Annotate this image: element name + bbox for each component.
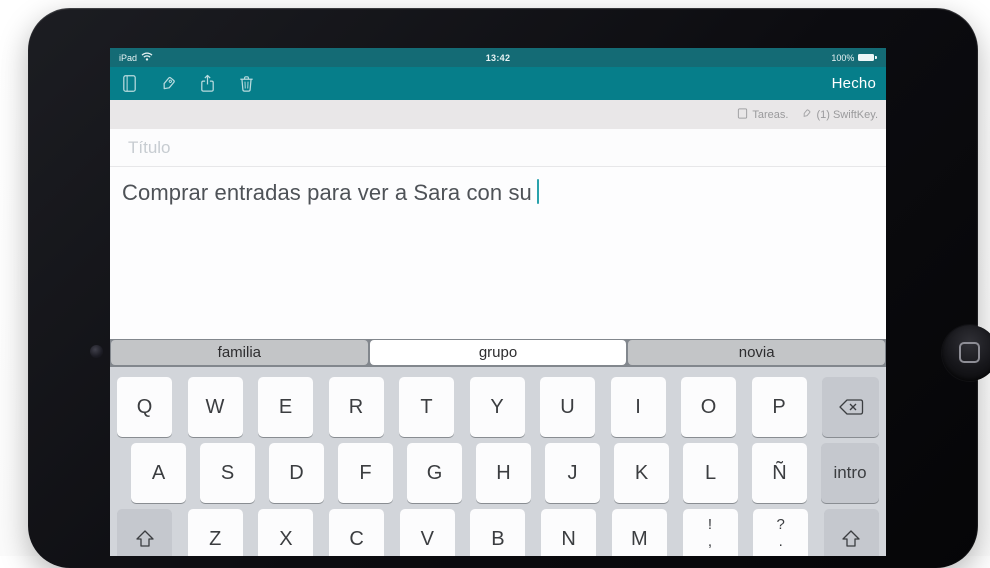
tag-mini-icon (801, 108, 812, 122)
home-button[interactable] (942, 325, 990, 381)
key-r[interactable]: R (329, 377, 384, 437)
screen: iPad 13:42 100% (110, 48, 886, 556)
swiftkey-prediction-bar: familia grupo novia (110, 339, 886, 367)
prediction-left[interactable]: familia (111, 340, 368, 365)
key-c[interactable]: C (329, 509, 384, 556)
clock: 13:42 (486, 53, 511, 63)
keyboard-row-2: A S D F G H J K L Ñ intro (110, 443, 886, 503)
key-o[interactable]: O (681, 377, 736, 437)
key-m[interactable]: M (612, 509, 667, 556)
key-d[interactable]: D (269, 443, 324, 503)
key-v[interactable]: V (400, 509, 455, 556)
key-e[interactable]: E (258, 377, 313, 437)
enter-key[interactable]: intro (821, 443, 879, 503)
key-exclamation-comma[interactable]: ! , (683, 509, 738, 556)
key-i[interactable]: I (611, 377, 666, 437)
key-enye[interactable]: Ñ (752, 443, 807, 503)
info-bar: Tareas. (1) SwiftKey. (110, 100, 886, 129)
trash-icon[interactable] (237, 74, 256, 93)
notebook-assignment[interactable]: Tareas. (737, 108, 788, 122)
key-q[interactable]: Q (117, 377, 172, 437)
tag-icon[interactable] (159, 74, 178, 93)
key-x[interactable]: X (258, 509, 313, 556)
title-input[interactable] (110, 129, 886, 166)
key-b[interactable]: B (470, 509, 525, 556)
keyboard: Q W E R T Y U I O P A S (110, 367, 886, 556)
battery-percent-label: 100% (831, 53, 854, 63)
punct-top-label: ? (777, 516, 785, 533)
key-g[interactable]: G (407, 443, 462, 503)
toolbar: Hecho (110, 67, 886, 100)
front-camera (90, 345, 103, 358)
prediction-center[interactable]: grupo (370, 340, 627, 365)
key-s[interactable]: S (200, 443, 255, 503)
backspace-key[interactable] (822, 377, 879, 437)
share-icon[interactable] (198, 74, 217, 93)
note-body-text: Comprar entradas para ver a Sara con su (122, 180, 532, 205)
text-cursor (537, 179, 540, 204)
shift-left-key[interactable] (117, 509, 172, 556)
key-u[interactable]: U (540, 377, 595, 437)
punct-bottom-label: . (779, 533, 783, 550)
key-t[interactable]: T (399, 377, 454, 437)
key-w[interactable]: W (188, 377, 243, 437)
punct-bottom-label: , (708, 533, 712, 550)
shift-icon (840, 528, 862, 550)
tag-assignment[interactable]: (1) SwiftKey. (801, 108, 878, 122)
punct-top-label: ! (708, 516, 712, 533)
battery-icon (858, 54, 877, 61)
notebook-icon[interactable] (120, 74, 139, 93)
key-f[interactable]: F (338, 443, 393, 503)
key-p[interactable]: P (752, 377, 807, 437)
notebook-label: Tareas. (752, 109, 788, 121)
key-j[interactable]: J (545, 443, 600, 503)
key-question-period[interactable]: ? . (753, 509, 808, 556)
key-n[interactable]: N (541, 509, 596, 556)
key-y[interactable]: Y (470, 377, 525, 437)
key-k[interactable]: K (614, 443, 669, 503)
shift-icon (134, 528, 156, 550)
title-field (110, 129, 886, 167)
key-l[interactable]: L (683, 443, 738, 503)
home-button-square-icon (959, 342, 980, 363)
note-body-area[interactable]: Comprar entradas para ver a Sara con su (110, 168, 886, 339)
done-button[interactable]: Hecho (832, 75, 876, 92)
prediction-right[interactable]: novia (628, 340, 885, 365)
keyboard-row-1: Q W E R T Y U I O P (110, 377, 886, 437)
key-z[interactable]: Z (188, 509, 243, 556)
backspace-icon (838, 398, 864, 416)
keyboard-row-3: Z X C V B N M ! , ? . (110, 509, 886, 556)
shift-right-key[interactable] (824, 509, 879, 556)
tag-label: (1) SwiftKey. (816, 109, 878, 121)
notebook-mini-icon (737, 108, 748, 122)
key-h[interactable]: H (476, 443, 531, 503)
wifi-icon (141, 52, 153, 63)
carrier-label: iPad (119, 53, 137, 63)
status-bar: iPad 13:42 100% (110, 48, 886, 67)
key-a[interactable]: A (131, 443, 186, 503)
